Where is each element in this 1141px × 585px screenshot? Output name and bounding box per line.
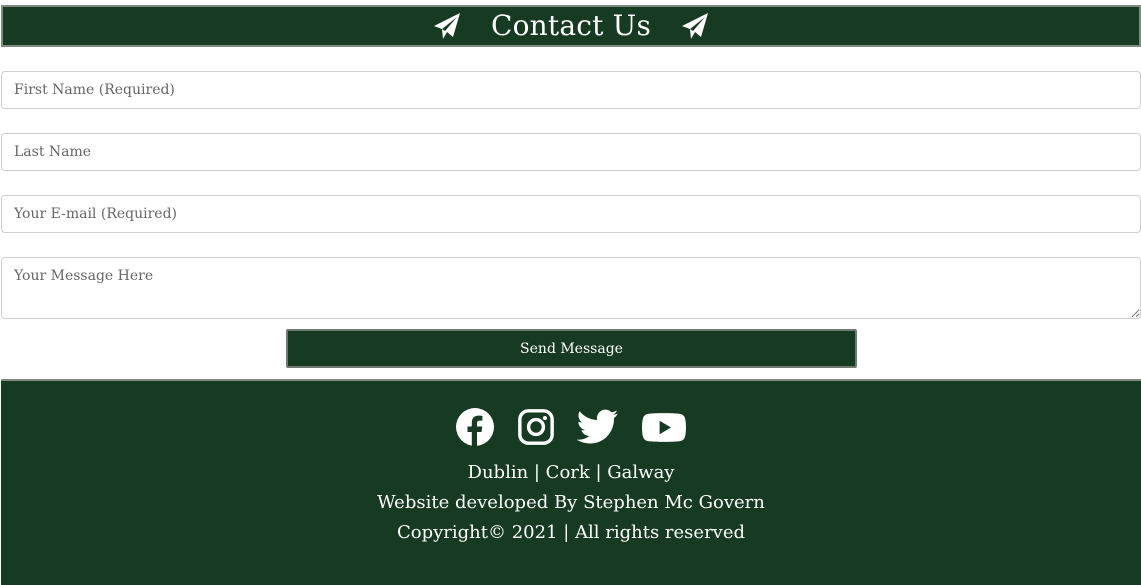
- instagram-icon[interactable]: [517, 407, 555, 447]
- facebook-icon[interactable]: [455, 407, 495, 447]
- send-message-button[interactable]: Send Message: [286, 329, 857, 368]
- contact-page: Contact Us Send Message: [0, 0, 1141, 585]
- youtube-icon[interactable]: [641, 407, 687, 447]
- contact-header: Contact Us: [1, 5, 1141, 47]
- footer-copyright: Copyright© 2021 | All rights reserved: [396, 522, 746, 543]
- footer-locations: Dublin | Cork | Galway: [467, 462, 675, 483]
- last-name-field[interactable]: [1, 133, 1141, 171]
- page-title: Contact Us: [490, 9, 652, 42]
- paper-plane-icon: [431, 10, 463, 42]
- social-links: [1, 407, 1141, 447]
- first-name-field[interactable]: [1, 71, 1141, 109]
- paper-plane-icon: [679, 10, 711, 42]
- email-field[interactable]: [1, 195, 1141, 233]
- message-textarea[interactable]: [1, 257, 1141, 319]
- footer-developer-credit: Website developed By Stephen Mc Govern: [377, 492, 765, 513]
- site-footer: Dublin | Cork | Galway Website developed…: [1, 379, 1141, 585]
- twitter-icon[interactable]: [577, 407, 619, 447]
